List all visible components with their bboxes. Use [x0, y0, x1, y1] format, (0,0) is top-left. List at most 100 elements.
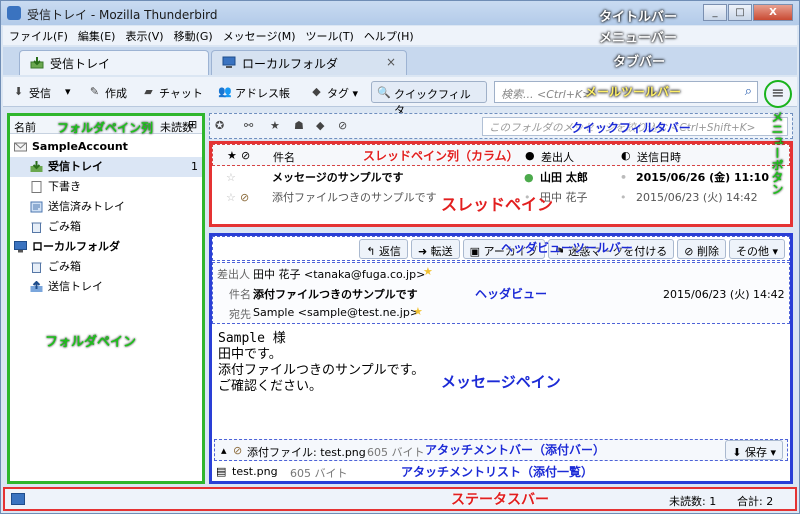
folder-account[interactable]: SampleAccount	[10, 137, 202, 157]
total-count: 合計: 2	[737, 495, 774, 508]
annotation-quickfilterbar: クイックフィルタバー	[571, 121, 691, 135]
menu-go[interactable]: 移動(G)	[174, 28, 213, 44]
sent-icon	[30, 201, 43, 213]
attachment-icon: ⊘	[240, 191, 250, 204]
menu-edit[interactable]: 編集(E)	[78, 28, 116, 44]
menu-help[interactable]: ヘルプ(H)	[364, 28, 414, 44]
dot-icon: •	[620, 171, 628, 184]
get-messages-dropdown[interactable]: ▾	[57, 81, 77, 103]
annotation-headertoolbar: ヘッダビューツールバー	[501, 241, 633, 255]
tab-label: ローカルフォルダ	[242, 57, 339, 71]
get-messages-button[interactable]: ⬇ 受信	[7, 81, 57, 103]
computer-icon	[14, 241, 27, 253]
reply-button[interactable]: ↰ 返信	[359, 239, 408, 259]
column-date[interactable]: 送信日時	[637, 149, 681, 165]
column-name[interactable]: 名前	[14, 119, 36, 135]
forward-button[interactable]: ➜ 転送	[410, 239, 460, 259]
download-icon: ⬇	[13, 85, 24, 98]
inbox-icon	[30, 161, 43, 172]
folder-local-trash[interactable]: ごみ箱	[10, 257, 202, 277]
more-button[interactable]: その他 ▾	[728, 239, 785, 259]
tag-button[interactable]: ◆ タグ ▾	[305, 81, 364, 103]
folder-pane: 名前 未読数 ⊞ SampleAccount 受信トレイ 1 下書き 送信済みト…	[7, 113, 205, 484]
unread-count: 未読数: 1	[669, 495, 717, 508]
column-from[interactable]: 差出人	[541, 149, 574, 165]
star-filter-icon[interactable]: ★	[270, 119, 280, 132]
annotation-headerview: ヘッダビュー	[475, 287, 548, 301]
search-icon: 🔍	[377, 86, 391, 99]
folder-drafts[interactable]: 下書き	[10, 177, 202, 197]
folder-trash[interactable]: ごみ箱	[10, 217, 202, 237]
from-address[interactable]: 田中 花子 <tanaka@fuga.co.jp>	[253, 266, 425, 282]
tab-close-icon[interactable]: ×	[386, 55, 396, 69]
paperclip-icon: ⊘	[233, 444, 243, 457]
column-subject[interactable]: 件名	[273, 149, 295, 165]
attachment-item[interactable]: test.png	[232, 465, 278, 478]
annotation-titlebar: タイトルバー	[599, 10, 678, 25]
star-column-icon[interactable]: ★	[227, 149, 237, 162]
unread-dot-icon[interactable]: ●	[524, 168, 534, 188]
save-button[interactable]: ⬇ 保存 ▾	[725, 440, 783, 460]
column-picker-icon[interactable]: ⊞	[188, 118, 197, 131]
tab-local-folders[interactable]: ローカルフォルダ ×	[211, 50, 407, 75]
contacts-icon: 👥	[218, 85, 232, 98]
annotation-foldercol: フォルダペイン列	[57, 121, 154, 135]
minimize-button[interactable]: _	[703, 4, 727, 21]
pencil-icon: ✎	[89, 85, 100, 98]
menu-file[interactable]: ファイル(F)	[9, 28, 68, 44]
junk-column-icon[interactable]: ◐	[621, 149, 631, 162]
window-title: 受信トレイ - Mozilla Thunderbird	[27, 8, 218, 22]
menu-message[interactable]: メッセージ(M)	[223, 28, 296, 44]
star-icon[interactable]: ☆	[226, 188, 236, 208]
image-file-icon: ▤	[216, 465, 227, 478]
tag-icon: ◆	[312, 85, 321, 98]
tag-filter-icon[interactable]: ◆	[316, 119, 324, 132]
unread-count: 1	[191, 160, 198, 173]
unread-filter-icon[interactable]: ⚯	[244, 119, 253, 132]
annotation-attachbar: アタッチメントバー（添付バー）	[425, 443, 606, 457]
read-column-icon[interactable]: ●	[525, 149, 535, 162]
annotation-attachlist: アタッチメントリスト（添付一覧）	[401, 465, 594, 479]
delete-button[interactable]: ⊘ 削除	[677, 239, 726, 259]
star-icon[interactable]: ★	[413, 305, 423, 318]
annotation-menubutton: メニューボタン	[770, 111, 784, 195]
write-button[interactable]: ✎ 作成	[83, 81, 133, 103]
close-button[interactable]: X	[753, 4, 793, 21]
quick-filter-button[interactable]: 🔍 クイックフィルタ	[371, 81, 487, 117]
pin-icon[interactable]: ✪	[215, 119, 224, 132]
folder-outbox[interactable]: 送信トレイ	[10, 277, 202, 297]
menu-bar: ファイル(F) 編集(E) 表示(V) 移動(G) メッセージ(M) ツール(T…	[3, 26, 797, 45]
folder-local[interactable]: ローカルフォルダ	[10, 237, 202, 257]
contact-filter-icon[interactable]: ☗	[294, 119, 304, 132]
subject: 添付ファイルつきのサンプルです	[253, 288, 418, 301]
attachment-filter-icon[interactable]: ⊘	[338, 119, 347, 132]
tab-bar: 受信トレイ ローカルフォルダ ×	[3, 47, 797, 75]
thread-row[interactable]: ☆ メッセージのサンプルです ● 山田 太郎 • 2015/06/26 (金) …	[212, 168, 790, 188]
folder-inbox[interactable]: 受信トレイ 1	[10, 157, 202, 177]
maximize-button[interactable]: □	[728, 4, 752, 21]
expand-icon[interactable]: ▴	[221, 444, 227, 457]
menu-tools[interactable]: ツール(T)	[306, 28, 354, 44]
thunderbird-window: 受信トレイ - Mozilla Thunderbird _ □ X ファイル(F…	[0, 0, 800, 514]
online-status-icon[interactable]	[11, 493, 25, 505]
address-book-button[interactable]: 👥 アドレス帳	[213, 81, 296, 103]
trash-icon	[31, 222, 42, 233]
app-menu-button[interactable]: ≡	[764, 80, 792, 108]
chat-button[interactable]: ▰ チャット	[137, 81, 209, 103]
annotation-menubar: メニューバー	[599, 31, 677, 46]
status-bar: 未読数: 1 合計: 2	[3, 487, 797, 511]
star-icon[interactable]: ★	[423, 265, 433, 278]
search-icon: ⌕	[744, 84, 752, 99]
menu-view[interactable]: 表示(V)	[125, 28, 163, 44]
to-address[interactable]: Sample <sample@test.ne.jp>	[253, 306, 419, 319]
annotation-statusbar: ステータスバー	[451, 492, 549, 508]
annotation-folderpane: フォルダペイン	[45, 335, 137, 350]
date: 2015/06/23 (火) 14:42	[663, 288, 785, 301]
star-icon[interactable]: ☆	[226, 168, 236, 188]
attachment-column-icon[interactable]: ⊘	[241, 149, 250, 162]
chevron-down-icon: ▾	[65, 85, 71, 98]
annotation-threadpane: スレッドペイン	[441, 195, 554, 214]
folder-sent[interactable]: 送信済みトレイ	[10, 197, 202, 217]
tab-inbox[interactable]: 受信トレイ	[19, 50, 209, 75]
computer-icon	[222, 56, 236, 68]
